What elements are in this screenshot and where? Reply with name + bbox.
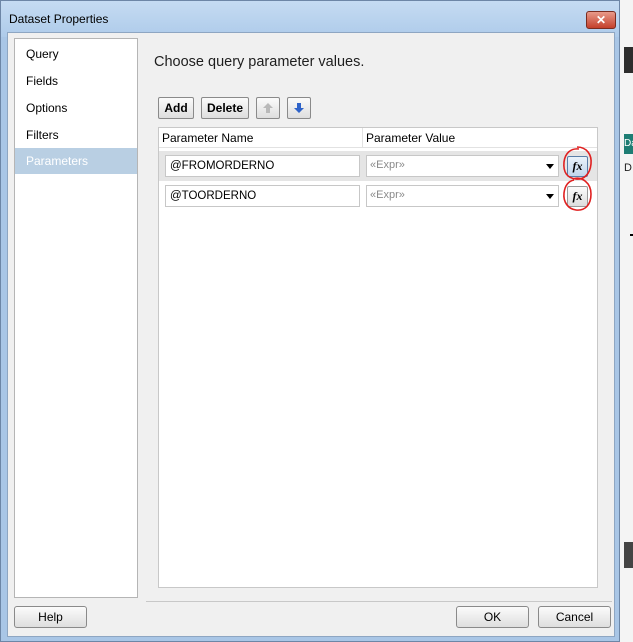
parameter-value-text: «Expr» [370, 189, 405, 201]
fx-icon: fx [572, 159, 583, 173]
expression-button[interactable]: fx [567, 156, 588, 177]
grid-header: Parameter Name Parameter Value [159, 128, 597, 148]
page-title: Choose query parameter values. [154, 54, 365, 70]
parameter-value-combo[interactable]: «Expr» [366, 155, 559, 177]
add-button-label: Add [164, 101, 188, 115]
background-app: Da D [620, 0, 633, 642]
window-title: Dataset Properties [9, 12, 109, 26]
parameter-name-field[interactable]: @FROMORDERNO [165, 155, 360, 177]
sidebar-item-label: Options [26, 101, 68, 115]
fx-icon: fx [572, 189, 583, 203]
sidebar-item-label: Fields [26, 74, 59, 88]
cancel-button[interactable]: Cancel [538, 606, 611, 628]
sidebar-item-options[interactable]: Options [15, 95, 137, 121]
parameter-name-field[interactable]: @TOORDERNO [165, 185, 360, 207]
table-row[interactable]: @FROMORDERNO «Expr» fx [159, 146, 597, 181]
sidebar-item-parameters[interactable]: Parameters [15, 148, 137, 174]
close-icon: ✕ [595, 13, 607, 27]
arrow-up-icon [263, 103, 273, 113]
ok-button-label: OK [483, 610, 502, 624]
delete-button-label: Delete [206, 101, 244, 115]
table-row[interactable]: @TOORDERNO «Expr» fx [159, 177, 597, 211]
background-tab: Da [624, 134, 633, 154]
parameter-value-text: «Expr» [370, 159, 405, 171]
sidebar-item-query[interactable]: Query [15, 41, 137, 67]
parameters-grid: Parameter Name Parameter Value @FROMORDE… [158, 127, 598, 588]
move-up-button[interactable] [256, 97, 280, 119]
background-text: D [624, 162, 632, 174]
sidebar-item-fields[interactable]: Fields [15, 68, 137, 94]
parameter-value-combo[interactable]: «Expr» [366, 185, 559, 207]
dialog-client-area: Query Fields Options Filters Parameters … [7, 32, 615, 637]
sidebar-item-label: Parameters [26, 154, 89, 168]
dataset-properties-dialog: Dataset Properties ✕ Query Fields Option… [0, 0, 620, 642]
background-toolbar [624, 47, 633, 73]
chevron-down-icon[interactable] [546, 194, 554, 199]
column-divider [362, 128, 363, 148]
close-button[interactable]: ✕ [586, 11, 616, 29]
add-button[interactable]: Add [158, 97, 194, 119]
footer-divider [146, 601, 612, 602]
cancel-button-label: Cancel [555, 610, 594, 624]
column-header-value: Parameter Value [366, 131, 456, 145]
chevron-down-icon[interactable] [546, 164, 554, 169]
help-button[interactable]: Help [14, 606, 87, 628]
help-button-label: Help [38, 610, 63, 624]
background-panel [624, 542, 633, 568]
move-down-button[interactable] [287, 97, 311, 119]
delete-button[interactable]: Delete [201, 97, 249, 119]
sidebar-item-filters[interactable]: Filters [15, 122, 137, 148]
sidebar-item-label: Filters [26, 128, 59, 142]
expression-button[interactable]: fx [567, 186, 588, 207]
ok-button[interactable]: OK [456, 606, 529, 628]
sidebar-item-label: Query [26, 47, 59, 61]
arrow-down-icon [294, 103, 304, 113]
column-header-name: Parameter Name [162, 131, 254, 145]
sidebar-nav: Query Fields Options Filters Parameters [14, 38, 138, 598]
